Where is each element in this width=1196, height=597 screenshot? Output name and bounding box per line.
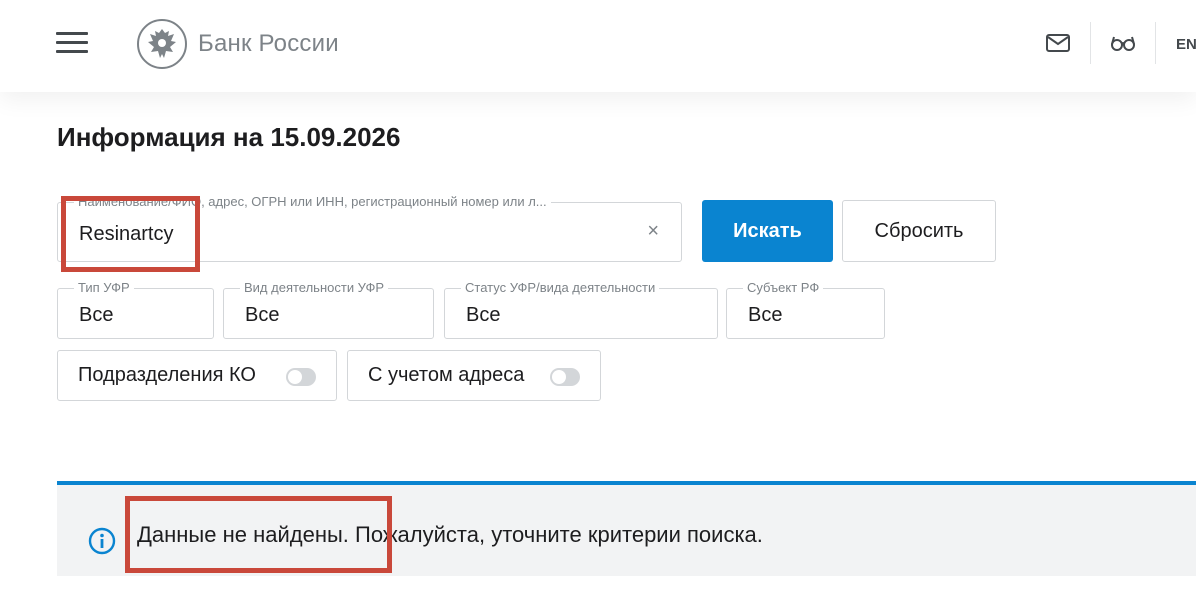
hint-text: Пожалуйста, уточните критерии поиска. xyxy=(348,522,763,547)
menu-icon[interactable] xyxy=(56,32,88,54)
logo-text: Банк России xyxy=(198,30,339,57)
filter-value: Все xyxy=(466,304,501,326)
search-field-label: Наименование/ФИО, адрес, ОГРН или ИНН, р… xyxy=(74,194,551,209)
info-icon xyxy=(88,527,116,555)
filter-value: Все xyxy=(748,304,783,326)
menu-line xyxy=(56,50,88,53)
header-divider xyxy=(1090,22,1091,64)
search-input-value[interactable]: Resinartcy xyxy=(79,223,173,246)
not-found-text: Данные не найдены. xyxy=(137,522,349,547)
filter-label: Тип УФР xyxy=(74,280,134,295)
bank-logo[interactable]: Банк России xyxy=(136,18,339,70)
mail-icon[interactable] xyxy=(1045,30,1071,56)
language-switch[interactable]: EN xyxy=(1176,36,1196,53)
filter-status[interactable]: Статус УФР/вида деятельности Все xyxy=(444,280,718,339)
menu-line xyxy=(56,41,88,44)
search-input[interactable]: Наименование/ФИО, адрес, ОГРН или ИНН, р… xyxy=(57,194,682,262)
menu-line xyxy=(56,32,88,35)
search-button[interactable]: Искать xyxy=(702,200,833,262)
filter-region[interactable]: Субъект РФ Все xyxy=(726,280,885,339)
page-title: Информация на 15.09.2026 xyxy=(57,122,401,152)
filter-label: Статус УФР/вида деятельности xyxy=(461,280,660,295)
filter-activity-type[interactable]: Вид деятельности УФР Все xyxy=(223,280,434,339)
glasses-icon[interactable] xyxy=(1109,30,1137,56)
emblem-icon xyxy=(137,19,187,69)
filter-ufr-type[interactable]: Тип УФР Все xyxy=(57,280,214,339)
toggle-label: Подразделения КО xyxy=(78,364,256,386)
filter-value: Все xyxy=(79,304,114,326)
toggle-with-address[interactable]: С учетом адреса xyxy=(347,350,601,401)
toggle-switch[interactable] xyxy=(286,368,316,386)
toggle-label: С учетом адреса xyxy=(368,364,525,386)
info-text: Данные не найдены. Пожалуйста, уточните … xyxy=(137,522,763,548)
reset-button[interactable]: Сбросить xyxy=(842,200,996,262)
info-message: Данные не найдены. Пожалуйста, уточните … xyxy=(57,481,1196,576)
filter-label: Вид деятельности УФР xyxy=(240,280,389,295)
toggle-switch[interactable] xyxy=(550,368,580,386)
clear-icon[interactable]: × xyxy=(647,221,659,241)
toggle-ko-divisions[interactable]: Подразделения КО xyxy=(57,350,337,401)
site-header: Банк России EN xyxy=(0,0,1196,92)
header-divider xyxy=(1155,22,1156,64)
filter-value: Все xyxy=(245,304,280,326)
filter-label: Субъект РФ xyxy=(743,280,824,295)
